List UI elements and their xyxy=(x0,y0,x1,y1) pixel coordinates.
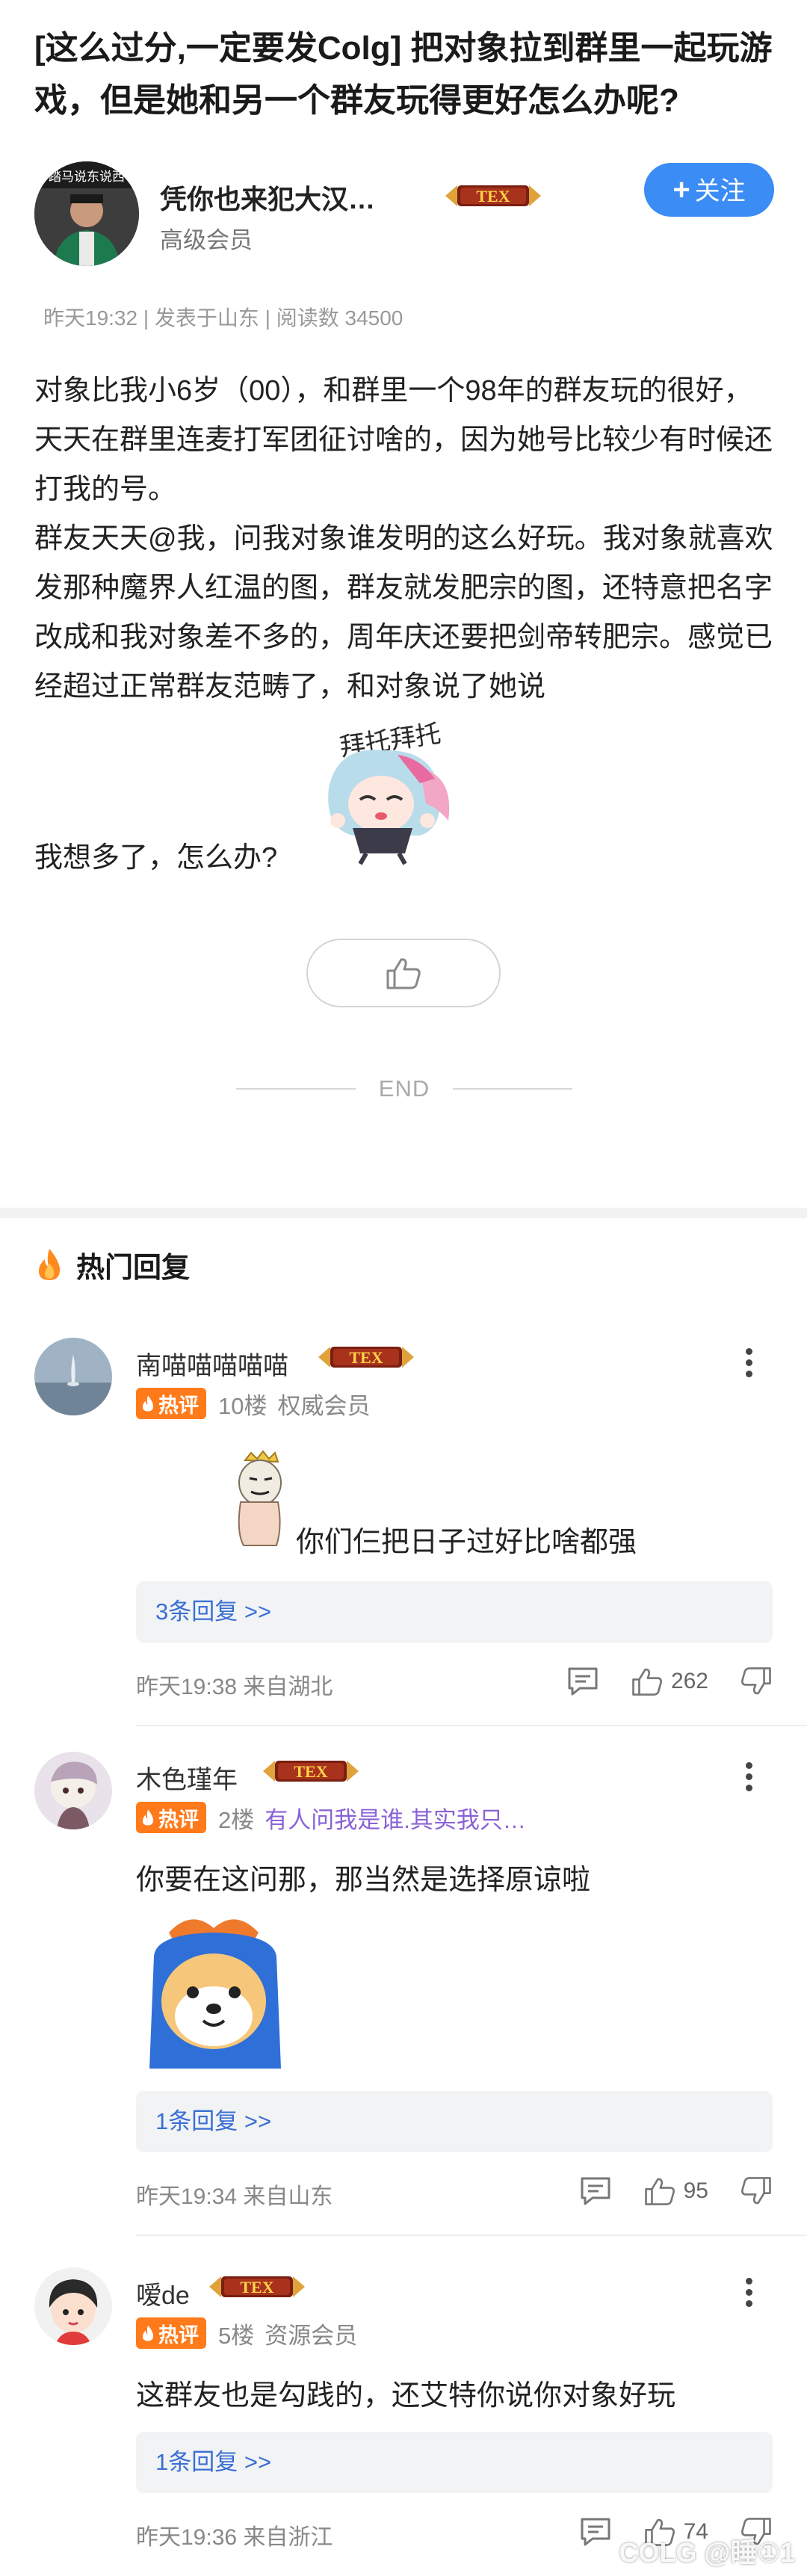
svg-text:TEX: TEX xyxy=(294,1762,327,1781)
tex-badge-icon: TEX xyxy=(205,2272,309,2302)
comment-time: 昨天19:36 来自浙江 xyxy=(136,2525,333,2550)
end-line-left xyxy=(236,1088,356,1090)
hot-comment-tag: 热评 xyxy=(136,2317,206,2349)
commenter-avatar[interactable] xyxy=(34,1752,112,1829)
comment-actions: 262 xyxy=(535,1661,773,1702)
author-level: 高级会员 xyxy=(160,227,253,253)
comment-actions: 95 xyxy=(548,2170,773,2212)
commenter-avatar[interactable] xyxy=(34,1338,112,1415)
view-replies-link[interactable]: 1条回复 >> xyxy=(136,2091,773,2152)
comment-text: 你要在这问那，那当然是选择原谅啦 xyxy=(136,1865,591,1896)
commenter-name[interactable]: 南喵喵喵喵喵 xyxy=(136,1345,288,1382)
hot-replies-header: 热门回复 xyxy=(34,1244,190,1285)
author-avatar[interactable]: 踏马说东说西 xyxy=(34,161,139,266)
view-replies-link[interactable]: 1条回复 >> xyxy=(136,2432,773,2493)
like-count: 95 xyxy=(683,2178,708,2203)
more-options-icon[interactable] xyxy=(734,1344,764,1389)
thumb-up-icon xyxy=(644,2178,675,2205)
watermark: COLG @睡①1 xyxy=(619,2537,795,2568)
hot-comment-tag: 热评 xyxy=(136,1388,206,1419)
follow-button[interactable]: + 关注 xyxy=(644,163,774,217)
thumb-down-icon[interactable] xyxy=(740,1666,773,1697)
thumb-up-icon xyxy=(386,958,421,989)
hot-comment-tag: 热评 xyxy=(136,1802,206,1833)
comment-text: 你们仨把日子过好比啥都强 xyxy=(296,1527,637,1558)
reply-icon[interactable] xyxy=(579,2516,612,2548)
commenter-signature: 有人问我是谁.其实我只… xyxy=(265,1806,526,1833)
comment-footer: 昨天19:38 来自湖北 262 xyxy=(136,1661,773,1702)
end-line-right xyxy=(452,1088,572,1090)
tex-badge-icon: TEX xyxy=(441,181,545,211)
post-paragraph: 群友天天@我，问我对象谁发明的这么好玩。我对象就喜欢发那种魔界人红温的图，群友就… xyxy=(34,523,773,702)
section-divider xyxy=(0,1208,807,1218)
commenter-rank: 权威会员 xyxy=(277,1392,371,1419)
flame-icon xyxy=(142,1809,154,1826)
comment-separator xyxy=(136,1725,807,1726)
comment-like-button[interactable]: 95 xyxy=(643,2175,708,2207)
comment-text: 这群友也是勾践的，还艾特你说你对象好玩 xyxy=(136,2380,676,2412)
comment-sub-row: 热评 2楼 有人问我是谁.其实我只… xyxy=(136,1801,526,1834)
post-last-line: 我想多了，怎么办? xyxy=(34,842,278,874)
meme-sticker-image xyxy=(223,1450,293,1547)
author-row: 踏马说东说西 凭你也来犯大汉… TEX 高级会员 + 关注 xyxy=(34,161,774,274)
svg-text:TEX: TEX xyxy=(476,187,510,206)
comment-floor: 10楼 xyxy=(218,1392,268,1419)
mascot-sticker-image xyxy=(139,1912,291,2069)
svg-text:TEX: TEX xyxy=(240,2278,273,2297)
post-meta: 昨天19:32 | 发表于山东 | 阅读数 34500 xyxy=(43,306,404,330)
comment-time: 昨天19:34 来自山东 xyxy=(136,2184,333,2209)
thumb-down-icon[interactable] xyxy=(740,2175,773,2207)
reply-icon[interactable] xyxy=(579,2175,612,2207)
flame-icon xyxy=(142,2325,154,2341)
end-marker: END xyxy=(236,1070,572,1108)
more-options-icon[interactable] xyxy=(734,2273,764,2318)
comment-sub-row: 热评 5楼 资源会员 xyxy=(136,2317,357,2350)
commenter-avatar[interactable] xyxy=(34,2267,112,2345)
commenter-name[interactable]: 木色瑾年 xyxy=(136,1759,238,1796)
view-replies-link[interactable]: 3条回复 >> xyxy=(136,1581,773,1643)
tex-badge-icon: TEX xyxy=(259,1756,363,1786)
comment-separator xyxy=(136,2234,807,2236)
comment-time: 昨天19:38 来自湖北 xyxy=(136,1675,333,1699)
hot-replies-title: 热门回复 xyxy=(76,1252,191,1284)
comment-floor: 2楼 xyxy=(218,1806,255,1833)
tex-badge-icon: TEX xyxy=(314,1342,418,1372)
author-name[interactable]: 凭你也来犯大汉… xyxy=(160,178,375,217)
flame-icon xyxy=(38,1249,61,1280)
post-body: 对象比我小6岁（00），和群里一个98年的群友玩的很好，天天在群里连麦打军团征讨… xyxy=(34,366,774,711)
post-like-button[interactable] xyxy=(306,939,501,1007)
commenter-name[interactable]: 嗳de xyxy=(136,2275,190,2311)
end-text: END xyxy=(378,1075,430,1102)
commenter-rank: 资源会员 xyxy=(265,2322,358,2349)
flame-icon xyxy=(142,1395,154,1412)
chibi-sticker-image: 拜托拜托 xyxy=(308,716,465,865)
comment-footer: 昨天19:34 来自山东 95 xyxy=(136,2170,773,2212)
author-avatar-sign: 踏马说东说西 xyxy=(49,170,125,185)
post-title: [这么过分,一定要发Colg] 把对象拉到群里一起玩游戏，但是她和另一个群友玩得… xyxy=(34,30,773,119)
svg-text:TEX: TEX xyxy=(349,1348,383,1367)
like-count: 262 xyxy=(670,1669,708,1693)
thumb-up-icon xyxy=(632,1668,662,1696)
more-options-icon[interactable] xyxy=(734,1758,764,1803)
post-paragraph: 对象比我小6岁（00），和群里一个98年的群友玩的很好，天天在群里连麦打军团征讨… xyxy=(34,375,773,505)
comment-sub-row: 热评 10楼 权威会员 xyxy=(136,1387,370,1420)
reply-icon[interactable] xyxy=(566,1666,599,1697)
comment-floor: 5楼 xyxy=(218,2322,255,2349)
comment-like-button[interactable]: 262 xyxy=(631,1666,708,1697)
plus-icon: + xyxy=(672,173,690,206)
